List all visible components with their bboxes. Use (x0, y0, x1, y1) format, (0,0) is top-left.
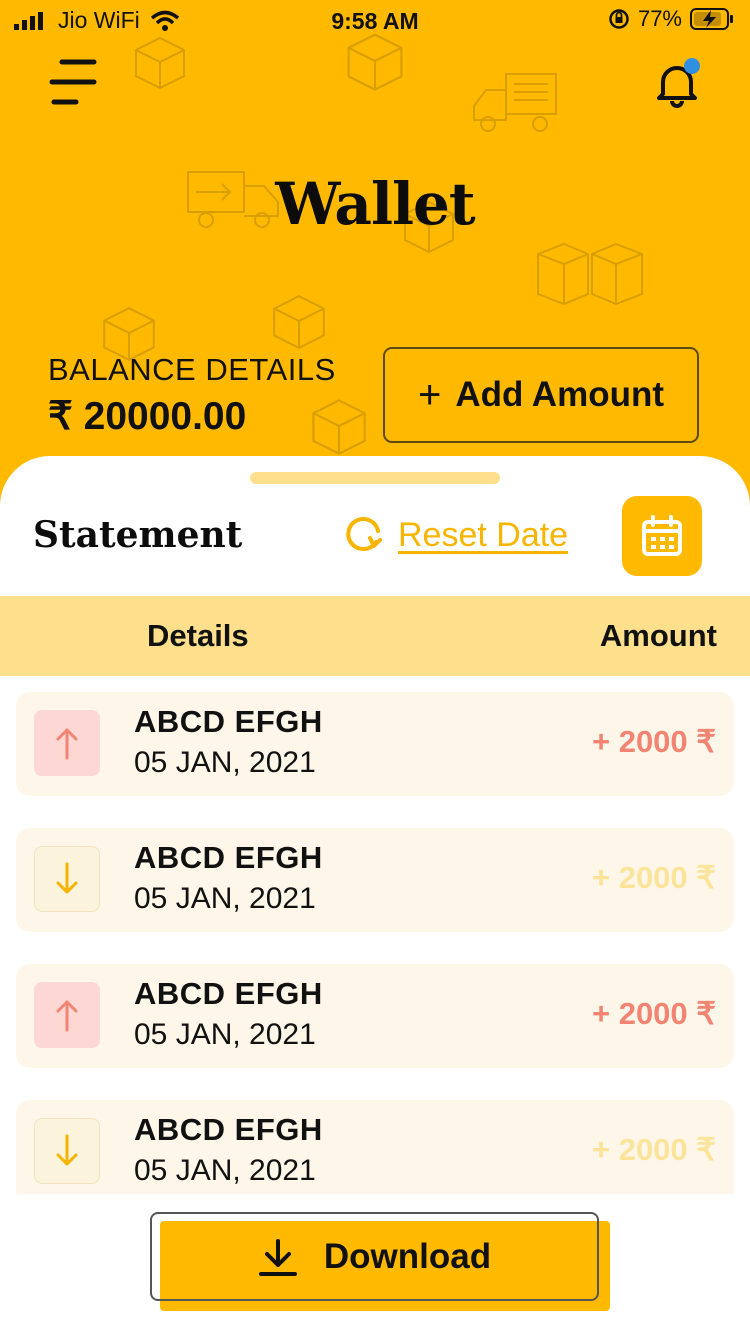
column-amount: Amount (599, 618, 717, 653)
drag-handle[interactable] (250, 472, 500, 484)
box-icon (273, 295, 325, 350)
transaction-row[interactable]: ABCD EFGH 05 JAN, 2021 + 2000 ₹ (16, 692, 734, 796)
transaction-row[interactable]: ABCD EFGH 05 JAN, 2021 + 2000 ₹ (16, 1100, 734, 1194)
battery-percent: 77% (637, 6, 682, 31)
arrow-down-icon (56, 862, 78, 894)
transaction-name: ABCD EFGH (134, 976, 323, 1011)
boxes-icon (537, 242, 643, 306)
notification-dot (684, 58, 700, 74)
arrow-up-container (34, 982, 100, 1048)
calendar-icon (642, 515, 682, 556)
arrow-up-icon (56, 728, 78, 760)
transaction-name: ABCD EFGH (134, 1112, 323, 1147)
download-label: Download (323, 1236, 492, 1276)
transaction-row[interactable]: ABCD EFGH 05 JAN, 2021 + 2000 ₹ (16, 964, 734, 1068)
transaction-list[interactable]: ABCD EFGH 05 JAN, 2021 + 2000 ₹ ABCD EFG… (0, 692, 750, 1194)
plus-icon: + (417, 373, 442, 417)
menu-icon (49, 59, 97, 105)
reset-date-label: Reset Date (398, 515, 569, 554)
transaction-date: 05 JAN, 2021 (134, 746, 316, 779)
header: Jio WiFi 9:58 AM 77% Wallet BALANCE DETA… (0, 0, 750, 520)
transaction-date: 05 JAN, 2021 (134, 1154, 316, 1187)
transaction-date: 05 JAN, 2021 (134, 882, 316, 915)
transaction-date: 05 JAN, 2021 (134, 1018, 316, 1051)
transaction-amount: + 2000 ₹ (591, 1132, 716, 1167)
column-details: Details (147, 618, 249, 653)
table-header: Details Amount (0, 596, 750, 676)
arrow-down-icon (56, 1134, 78, 1166)
status-bar: Jio WiFi 9:58 AM 77% (0, 0, 750, 42)
arrow-up-container (34, 710, 100, 776)
transaction-amount: + 2000 ₹ (591, 724, 716, 759)
add-amount-button[interactable]: + Add Amount (383, 347, 699, 443)
battery-charging-icon (690, 8, 733, 30)
arrow-down-container (34, 846, 100, 912)
refresh-icon (346, 517, 382, 551)
arrow-up-icon (56, 1000, 78, 1032)
transaction-name: ABCD EFGH (134, 704, 323, 739)
download-button[interactable]: Download (150, 1212, 599, 1301)
page-title: Wallet (275, 170, 475, 238)
balance-label: BALANCE DETAILS (48, 352, 336, 387)
statement-title: Statement (33, 514, 243, 556)
transaction-amount: + 2000 ₹ (591, 860, 716, 895)
menu-button[interactable] (48, 56, 100, 108)
notifications-button[interactable] (650, 56, 706, 112)
orientation-lock-icon (609, 9, 629, 29)
box-icon (312, 399, 366, 455)
download-icon (258, 1238, 297, 1276)
transaction-name: ABCD EFGH (134, 840, 323, 875)
bell-icon (657, 58, 700, 108)
calendar-button[interactable] (622, 496, 702, 576)
add-amount-label: Add Amount (455, 375, 664, 414)
statement-sheet: Statement Reset Date Details Amount ABCD… (0, 456, 750, 1334)
truck-icon (473, 73, 557, 132)
balance-amount: ₹ 20000.00 (48, 395, 247, 438)
arrow-down-container (34, 1118, 100, 1184)
transaction-row[interactable]: ABCD EFGH 05 JAN, 2021 + 2000 ₹ (16, 828, 734, 932)
reset-date-button[interactable]: Reset Date (342, 514, 568, 556)
transaction-amount: + 2000 ₹ (591, 996, 716, 1031)
